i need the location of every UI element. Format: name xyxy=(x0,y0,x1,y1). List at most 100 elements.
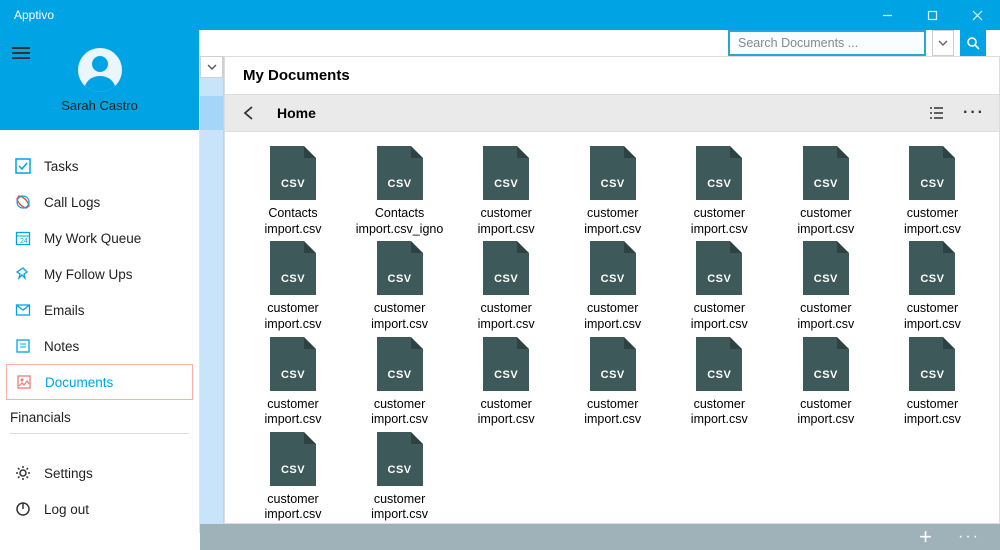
file-item[interactable]: CSV customer import.csv xyxy=(882,337,982,428)
sidebar-item-emails[interactable]: Emails xyxy=(0,292,199,328)
file-item[interactable]: CSV customer import.csv xyxy=(456,241,556,332)
sidebar-item-logout[interactable]: Log out xyxy=(0,491,199,527)
file-icon: CSV xyxy=(590,337,636,391)
file-item[interactable]: CSV customer import.csv xyxy=(563,241,663,332)
list-view-button[interactable] xyxy=(927,104,945,122)
status-more-button[interactable]: ··· xyxy=(958,528,980,546)
file-icon: CSV xyxy=(696,241,742,295)
content-panel: My Documents Home ··· xyxy=(224,56,1000,524)
more-options-button[interactable]: ··· xyxy=(963,104,985,122)
file-icon: CSV xyxy=(483,241,529,295)
sidebar-header: Sarah Castro xyxy=(0,30,199,130)
pin-icon xyxy=(14,265,32,283)
expand-panel-button[interactable] xyxy=(200,56,223,78)
file-label: customer import.csv xyxy=(882,301,982,332)
power-icon xyxy=(14,500,32,518)
file-icon: CSV xyxy=(483,337,529,391)
sidebar-item-tasks[interactable]: Tasks xyxy=(0,148,199,184)
sidebar-item-label: My Follow Ups xyxy=(44,267,133,282)
page-title: My Documents xyxy=(225,57,999,94)
file-item[interactable]: CSV customer import.csv xyxy=(776,337,876,428)
file-label: customer import.csv xyxy=(669,301,769,332)
minimize-button[interactable] xyxy=(865,0,910,30)
sidebar-item-label: Call Logs xyxy=(44,195,100,210)
file-item[interactable]: CSV customer import.csv xyxy=(350,432,450,523)
document-icon xyxy=(15,373,33,391)
file-item[interactable]: CSV customer import.csv xyxy=(456,337,556,428)
sidebar-item-workqueue[interactable]: 24 My Work Queue xyxy=(0,220,199,256)
avatar[interactable] xyxy=(78,48,122,92)
sidebar-item-calllogs[interactable]: Call Logs xyxy=(0,184,199,220)
file-label: customer import.csv xyxy=(243,301,343,332)
search-placeholder: Search Documents ... xyxy=(738,36,858,50)
file-icon: CSV xyxy=(590,241,636,295)
file-label: customer import.csv xyxy=(350,492,450,523)
file-item[interactable]: CSV customer import.csv xyxy=(669,337,769,428)
search-icon xyxy=(966,36,980,50)
search-bar: Search Documents ... xyxy=(200,30,1000,56)
file-item[interactable]: CSV customer import.csv xyxy=(243,432,343,523)
sidebar-item-notes[interactable]: Notes xyxy=(0,328,199,364)
close-button[interactable] xyxy=(955,0,1000,30)
file-item[interactable]: CSV customer import.csv xyxy=(243,337,343,428)
file-item[interactable]: CSV customer import.csv xyxy=(882,241,982,332)
note-icon xyxy=(14,337,32,355)
menu-toggle-button[interactable] xyxy=(12,44,30,62)
sidebar-item-label: My Work Queue xyxy=(44,231,141,246)
file-icon: CSV xyxy=(803,146,849,200)
search-dropdown-button[interactable] xyxy=(932,30,954,56)
file-label: customer import.csv xyxy=(776,301,876,332)
search-button[interactable] xyxy=(960,30,986,56)
file-item[interactable]: CSV customer import.csv xyxy=(563,337,663,428)
sidebar-item-settings[interactable]: Settings xyxy=(0,455,199,491)
file-item[interactable]: CSV Contacts import.csv xyxy=(243,146,343,237)
panel-collapse-strip xyxy=(200,56,224,524)
file-label: customer import.csv xyxy=(456,206,556,237)
file-item[interactable]: CSV customer import.csv xyxy=(669,146,769,237)
file-icon: CSV xyxy=(909,337,955,391)
title-bar: Apptivo xyxy=(0,0,1000,30)
file-label: customer import.csv xyxy=(882,397,982,428)
sidebar-item-documents[interactable]: Documents xyxy=(6,364,193,400)
file-icon: CSV xyxy=(270,337,316,391)
file-item[interactable]: CSV customer import.csv xyxy=(243,241,343,332)
panel-indicator xyxy=(200,96,223,130)
file-item[interactable]: CSV customer import.csv xyxy=(456,146,556,237)
file-label: customer import.csv xyxy=(563,301,663,332)
file-item[interactable]: CSV customer import.csv xyxy=(776,241,876,332)
search-input[interactable]: Search Documents ... xyxy=(728,30,926,56)
file-item[interactable]: CSV Contacts import.csv_igno xyxy=(350,146,450,237)
sidebar-item-label: Emails xyxy=(44,303,85,318)
file-item[interactable]: CSV customer import.csv xyxy=(563,146,663,237)
svg-text:24: 24 xyxy=(20,238,28,245)
file-item[interactable]: CSV customer import.csv xyxy=(350,241,450,332)
sidebar-item-label: Documents xyxy=(45,375,113,390)
maximize-button[interactable] xyxy=(910,0,955,30)
sidebar-nav: Tasks Call Logs 24 My Work Queue My Foll… xyxy=(0,130,199,455)
file-item[interactable]: CSV customer import.csv xyxy=(350,337,450,428)
file-label: Contacts import.csv_igno xyxy=(350,206,450,237)
file-icon: CSV xyxy=(377,432,423,486)
app-title: Apptivo xyxy=(14,8,54,22)
breadcrumb-home[interactable]: Home xyxy=(277,105,316,121)
file-label: customer import.csv xyxy=(776,206,876,237)
file-item[interactable]: CSV customer import.csv xyxy=(669,241,769,332)
file-label: customer import.csv xyxy=(882,206,982,237)
list-icon xyxy=(927,104,945,122)
file-icon: CSV xyxy=(483,146,529,200)
add-button[interactable]: + xyxy=(919,524,932,550)
file-label: customer import.csv xyxy=(776,397,876,428)
sidebar-item-label: Notes xyxy=(44,339,79,354)
sidebar-item-label: Tasks xyxy=(44,159,79,174)
file-label: Contacts import.csv xyxy=(243,206,343,237)
status-bar: + ··· xyxy=(200,524,1000,550)
checkbox-icon xyxy=(14,157,32,175)
sidebar-item-label: Log out xyxy=(44,502,89,517)
file-icon: CSV xyxy=(377,337,423,391)
file-item[interactable]: CSV customer import.csv xyxy=(882,146,982,237)
back-button[interactable] xyxy=(239,103,259,123)
file-item[interactable]: CSV customer import.csv xyxy=(776,146,876,237)
divider xyxy=(10,433,189,434)
sidebar-item-followups[interactable]: My Follow Ups xyxy=(0,256,199,292)
sidebar-section-financials[interactable]: Financials xyxy=(0,400,199,431)
